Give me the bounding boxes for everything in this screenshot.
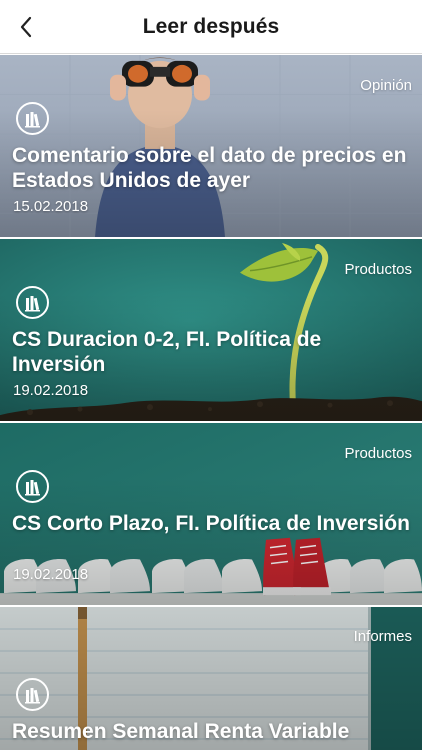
chevron-left-icon — [20, 16, 32, 38]
library-books-icon — [24, 479, 40, 495]
article-card[interactable]: Opinión Comentario sobre el dato de prec… — [0, 55, 422, 239]
article-card[interactable]: Productos CS Corto Plazo, FI. Política d… — [0, 423, 422, 607]
card-badge — [16, 102, 49, 135]
card-badge — [16, 470, 49, 503]
card-title: Comentario sobre el dato de precios en E… — [12, 144, 407, 192]
library-books-icon — [24, 111, 40, 127]
library-books-icon — [24, 687, 40, 703]
card-badge — [16, 286, 49, 319]
card-date: 15.02.2018 — [13, 198, 89, 215]
card-title: CS Duracion 0-2, FI. Política de Inversi… — [12, 328, 322, 376]
back-button[interactable] — [8, 9, 44, 45]
card-category: Opinión — [360, 77, 412, 94]
article-card[interactable]: Productos CS Duracion 0-2, FI. Política … — [0, 239, 422, 423]
navigation-bar: Leer después — [0, 0, 422, 54]
card-category: Informes — [353, 628, 412, 645]
article-card[interactable]: Informes Resumen Semanal Renta Variable — [0, 607, 422, 750]
card-title: CS Corto Plazo, FI. Política de Inversió… — [12, 512, 410, 535]
card-title: Resumen Semanal Renta Variable — [12, 720, 350, 743]
library-books-icon — [24, 295, 40, 311]
card-category: Productos — [344, 261, 412, 278]
page-title: Leer después — [142, 14, 280, 38]
card-date: 19.02.2018 — [13, 566, 89, 583]
card-category: Productos — [344, 445, 412, 462]
card-badge — [16, 678, 49, 711]
card-date: 19.02.2018 — [13, 382, 89, 399]
